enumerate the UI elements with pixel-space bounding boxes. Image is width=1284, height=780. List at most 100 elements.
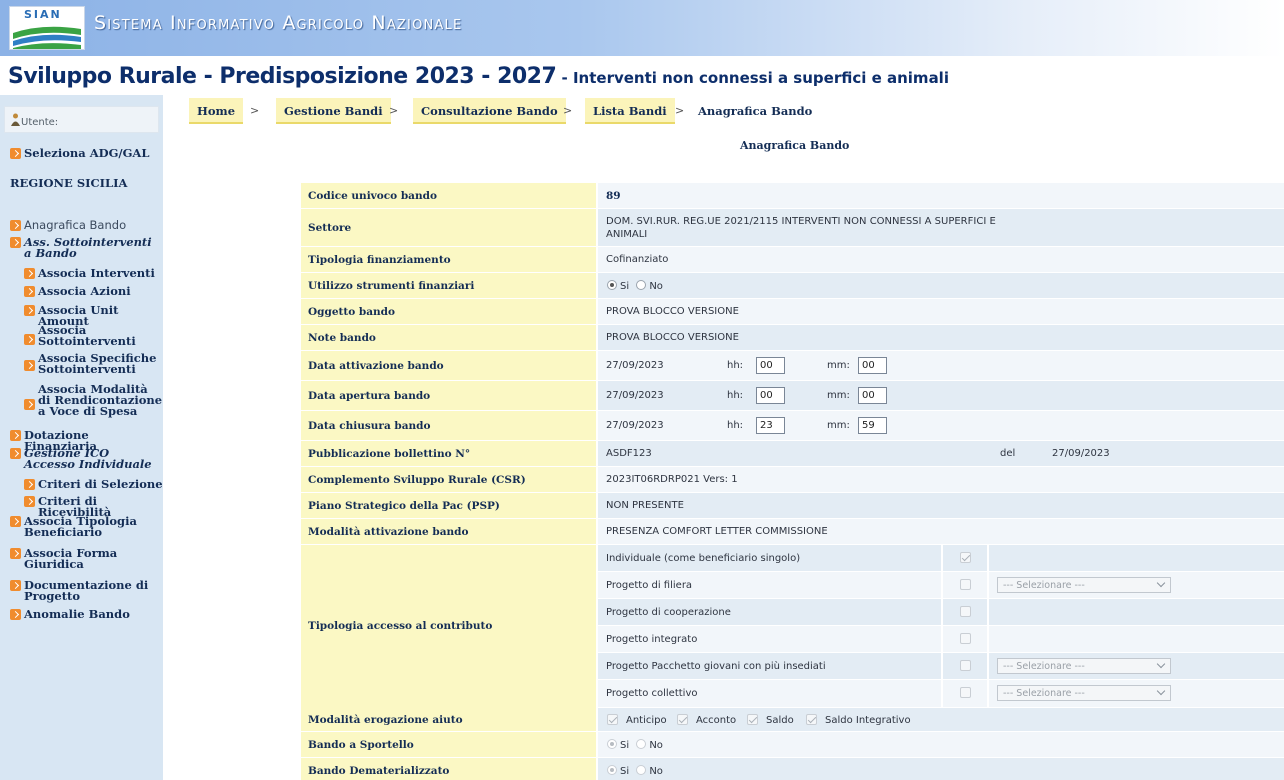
breadcrumb-home[interactable]: Home <box>189 98 244 124</box>
settore-value: DOM. SVI.RUR. REG.UE 2021/2115 INTERVENT… <box>606 216 996 227</box>
breadcrumb-gestione-bandi[interactable]: Gestione Bandi <box>276 98 391 124</box>
breadcrumb-separator: > <box>250 104 260 117</box>
accesso-option-row: Individuale (come beneficiario singolo) <box>598 545 1284 572</box>
note-value: PROVA BLOCCO VERSIONE <box>606 332 739 343</box>
arrow-icon <box>10 430 21 441</box>
radio-no[interactable] <box>636 739 647 749</box>
field-label: Settore <box>308 222 352 234</box>
erogazione-option-label: Anticipo <box>626 715 667 726</box>
accesso-option-label: Progetto collettivo <box>606 688 698 699</box>
user-icon <box>11 113 20 126</box>
accesso-individuale-checkbox[interactable] <box>960 552 971 563</box>
apertura-hh-input[interactable]: 00 <box>756 387 785 404</box>
breadcrumb-consultazione[interactable]: Consultazione Bando <box>413 98 566 124</box>
sidebar-seleziona-adg[interactable]: Seleziona ADG/GAL <box>24 147 149 159</box>
filiera-select[interactable]: --- Selezionare --- <box>997 577 1171 593</box>
sidebar-item-sottointerventi[interactable]: Ass. Sottointerventi a Bando <box>24 236 160 259</box>
chevron-down-icon <box>1156 578 1166 588</box>
accesso-option-label: Individuale (come beneficiario singolo) <box>606 553 801 564</box>
sidebar-item-azioni[interactable]: Associa Azioni <box>38 285 131 297</box>
mm-label: mm: <box>827 360 850 371</box>
accesso-filiera-checkbox[interactable] <box>960 579 971 590</box>
radio-si[interactable] <box>607 765 617 775</box>
arrow-icon <box>10 580 21 591</box>
sidebar-item-anomalie[interactable]: Anomalie Bando <box>24 608 130 620</box>
del-label: del <box>1000 448 1016 459</box>
chevron-down-icon <box>1156 686 1166 696</box>
sidebar-item-gestione-ico[interactable]: Gestione ICO Accesso Individuale <box>24 447 160 470</box>
page-title-sub: - Interventi non connessi a superfici e … <box>556 69 949 87</box>
field-label: Utilizzo strumenti finanziari <box>308 280 475 292</box>
radio-no-label: No <box>649 740 663 751</box>
row-sportello: Bando a Sportello Si No <box>301 732 1284 758</box>
accesso-giovani-checkbox[interactable] <box>960 660 971 671</box>
giovani-select[interactable]: --- Selezionare --- <box>997 658 1171 674</box>
user-box: Utente: <box>4 106 159 133</box>
page-title-main: Sviluppo Rurale - Predisposizione 2023 -… <box>8 64 557 89</box>
sian-logo: SIAN <box>9 6 85 50</box>
utilizzo-radio-group: Si No <box>607 280 663 292</box>
row-tipologia-fin: Tipologia finanziamento Cofinanziato <box>301 247 1284 273</box>
radio-si-label: Si <box>620 281 630 292</box>
attivazione-hh-input[interactable]: 00 <box>756 357 785 374</box>
header-banner: SIAN Sistema Informativo Agricolo Nazion… <box>0 0 1284 56</box>
accesso-option-row: Progetto integrato <box>598 626 1284 653</box>
logo-text: SIAN <box>24 8 62 21</box>
sidebar-item-forma-giuridica[interactable]: Associa Forma Giuridica <box>24 547 134 570</box>
sidebar-item-associa-sottointerventi[interactable]: Associa Sottointerventi <box>38 324 138 347</box>
radio-si-label: Si <box>620 766 630 777</box>
sidebar-item-specifiche[interactable]: Associa Specifiche Sottointerventi <box>38 352 163 375</box>
hh-label: hh: <box>727 420 744 431</box>
radio-si[interactable] <box>607 739 617 749</box>
demat-radio-group: Si No <box>607 765 663 777</box>
modalita-att-value: PRESENZA COMFORT LETTER COMMISSIONE <box>606 526 828 537</box>
row-csr: Complemento Sviluppo Rurale (CSR) 2023IT… <box>301 467 1284 493</box>
radio-si[interactable] <box>607 280 617 290</box>
sidebar-item-anagrafica[interactable]: Anagrafica Bando <box>24 219 126 231</box>
sidebar-regione: REGIONE SICILIA <box>10 176 128 190</box>
accesso-option-label: Progetto di filiera <box>606 580 693 591</box>
sportello-radio-group: Si No <box>607 739 663 751</box>
erogazione-acconto-checkbox[interactable] <box>677 714 688 725</box>
erogazione-option-label: Saldo <box>766 715 794 726</box>
chiusura-mm-input[interactable]: 59 <box>858 417 887 434</box>
mm-label: mm: <box>827 420 850 431</box>
field-label: Complemento Sviluppo Rurale (CSR) <box>308 474 526 486</box>
erogazione-anticipo-checkbox[interactable] <box>607 714 618 725</box>
breadcrumb-lista-bandi[interactable]: Lista Bandi <box>585 98 675 124</box>
arrow-icon <box>10 448 21 459</box>
field-label: Bando a Sportello <box>308 739 414 751</box>
collettivo-select[interactable]: --- Selezionare --- <box>997 685 1171 701</box>
accesso-integrato-checkbox[interactable] <box>960 633 971 644</box>
csr-value: 2023IT06RDRP021 Vers: 1 <box>606 474 738 485</box>
field-label: Bando Dematerializzato <box>308 765 450 777</box>
erogazione-saldo-integrativo-checkbox[interactable] <box>806 714 817 725</box>
erogazione-saldo-checkbox[interactable] <box>747 714 758 725</box>
accesso-collettivo-checkbox[interactable] <box>960 687 971 698</box>
sidebar-item-tipologia-beneficiario[interactable]: Associa Tipologia Beneficiario <box>24 515 154 538</box>
row-note: Note bando PROVA BLOCCO VERSIONE <box>301 325 1284 351</box>
radio-no-label: No <box>649 766 663 777</box>
row-utilizzo: Utilizzo strumenti finanziari Si No <box>301 273 1284 299</box>
erogazione-option-label: Saldo Integrativo <box>825 715 911 726</box>
radio-no[interactable] <box>636 280 647 290</box>
apertura-mm-input[interactable]: 00 <box>858 387 887 404</box>
row-modalita-attivazione: Modalità attivazione bando PRESENZA COMF… <box>301 519 1284 545</box>
sidebar-item-criteri-selezione[interactable]: Criteri di Selezione <box>38 478 163 490</box>
arrow-icon <box>10 548 21 559</box>
attivazione-mm-input[interactable]: 00 <box>858 357 887 374</box>
sidebar-item-rendicontazione[interactable]: Associa Modalità di Rendicontazione a Vo… <box>38 383 163 417</box>
arrow-icon <box>24 399 35 410</box>
field-label: Modalità erogazione aiuto <box>308 714 463 726</box>
arrow-icon <box>24 305 35 316</box>
chiusura-hh-input[interactable]: 23 <box>756 417 785 434</box>
sidebar-item-documentazione[interactable]: Documentazione di Progetto <box>24 579 154 602</box>
arrow-icon <box>10 148 21 159</box>
field-label: Data chiusura bando <box>308 420 431 432</box>
sidebar-item-interventi[interactable]: Associa Interventi <box>38 267 155 279</box>
accesso-cooperazione-checkbox[interactable] <box>960 606 971 617</box>
arrow-icon <box>10 220 21 231</box>
radio-no[interactable] <box>636 765 647 775</box>
tipologia-fin-value: Cofinanziato <box>606 254 669 265</box>
field-label: Oggetto bando <box>308 306 395 318</box>
